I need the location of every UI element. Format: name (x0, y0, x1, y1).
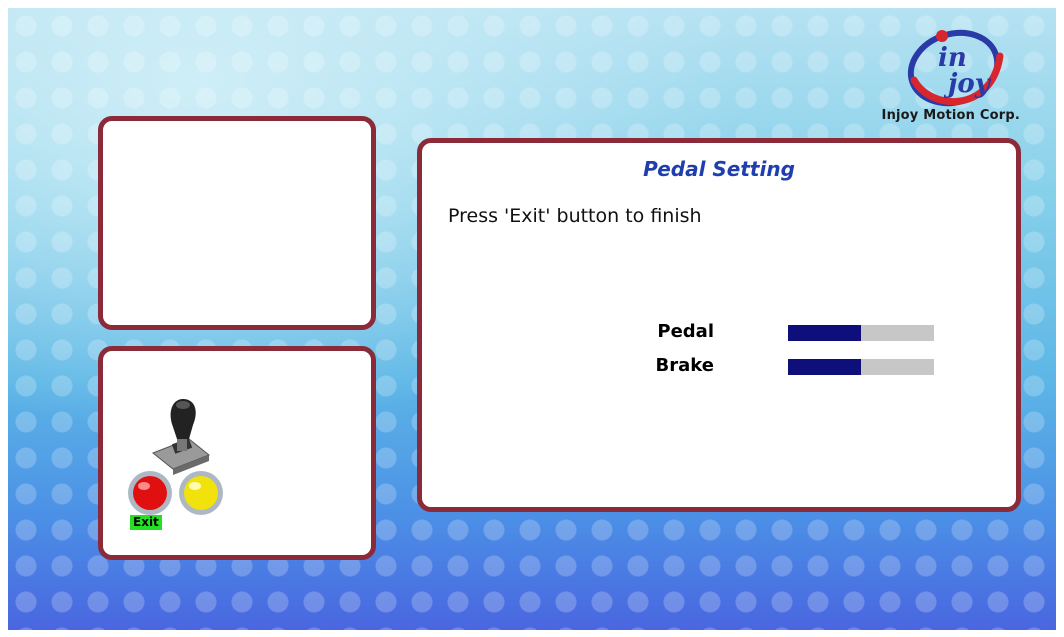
instruction-text: Press 'Exit' button to finish (448, 205, 702, 227)
joystick-icon[interactable] (152, 399, 210, 475)
exit-button[interactable] (128, 471, 172, 515)
panel-title: Pedal Setting (643, 157, 795, 181)
brand-name: Injoy Motion Corp. (881, 108, 1020, 123)
exit-badge: Exit (130, 515, 162, 530)
pedal-setting-panel: Pedal Setting Press 'Exit' button to fin… (417, 138, 1021, 512)
preview-panel (98, 116, 376, 330)
pedal-label: Pedal (657, 321, 714, 342)
pedal-bar-fill (788, 325, 861, 341)
brake-label: Brake (655, 355, 714, 376)
confirm-button[interactable] (179, 471, 223, 515)
svg-text:joy: joy (943, 69, 992, 99)
brake-bar-fill (788, 359, 861, 375)
app-screen: in joy Injoy Motion Corp. Exit Pedal Set… (8, 8, 1056, 630)
controls-panel: Exit (98, 346, 376, 560)
brake-bar (788, 359, 934, 375)
pedal-bar (788, 325, 934, 341)
